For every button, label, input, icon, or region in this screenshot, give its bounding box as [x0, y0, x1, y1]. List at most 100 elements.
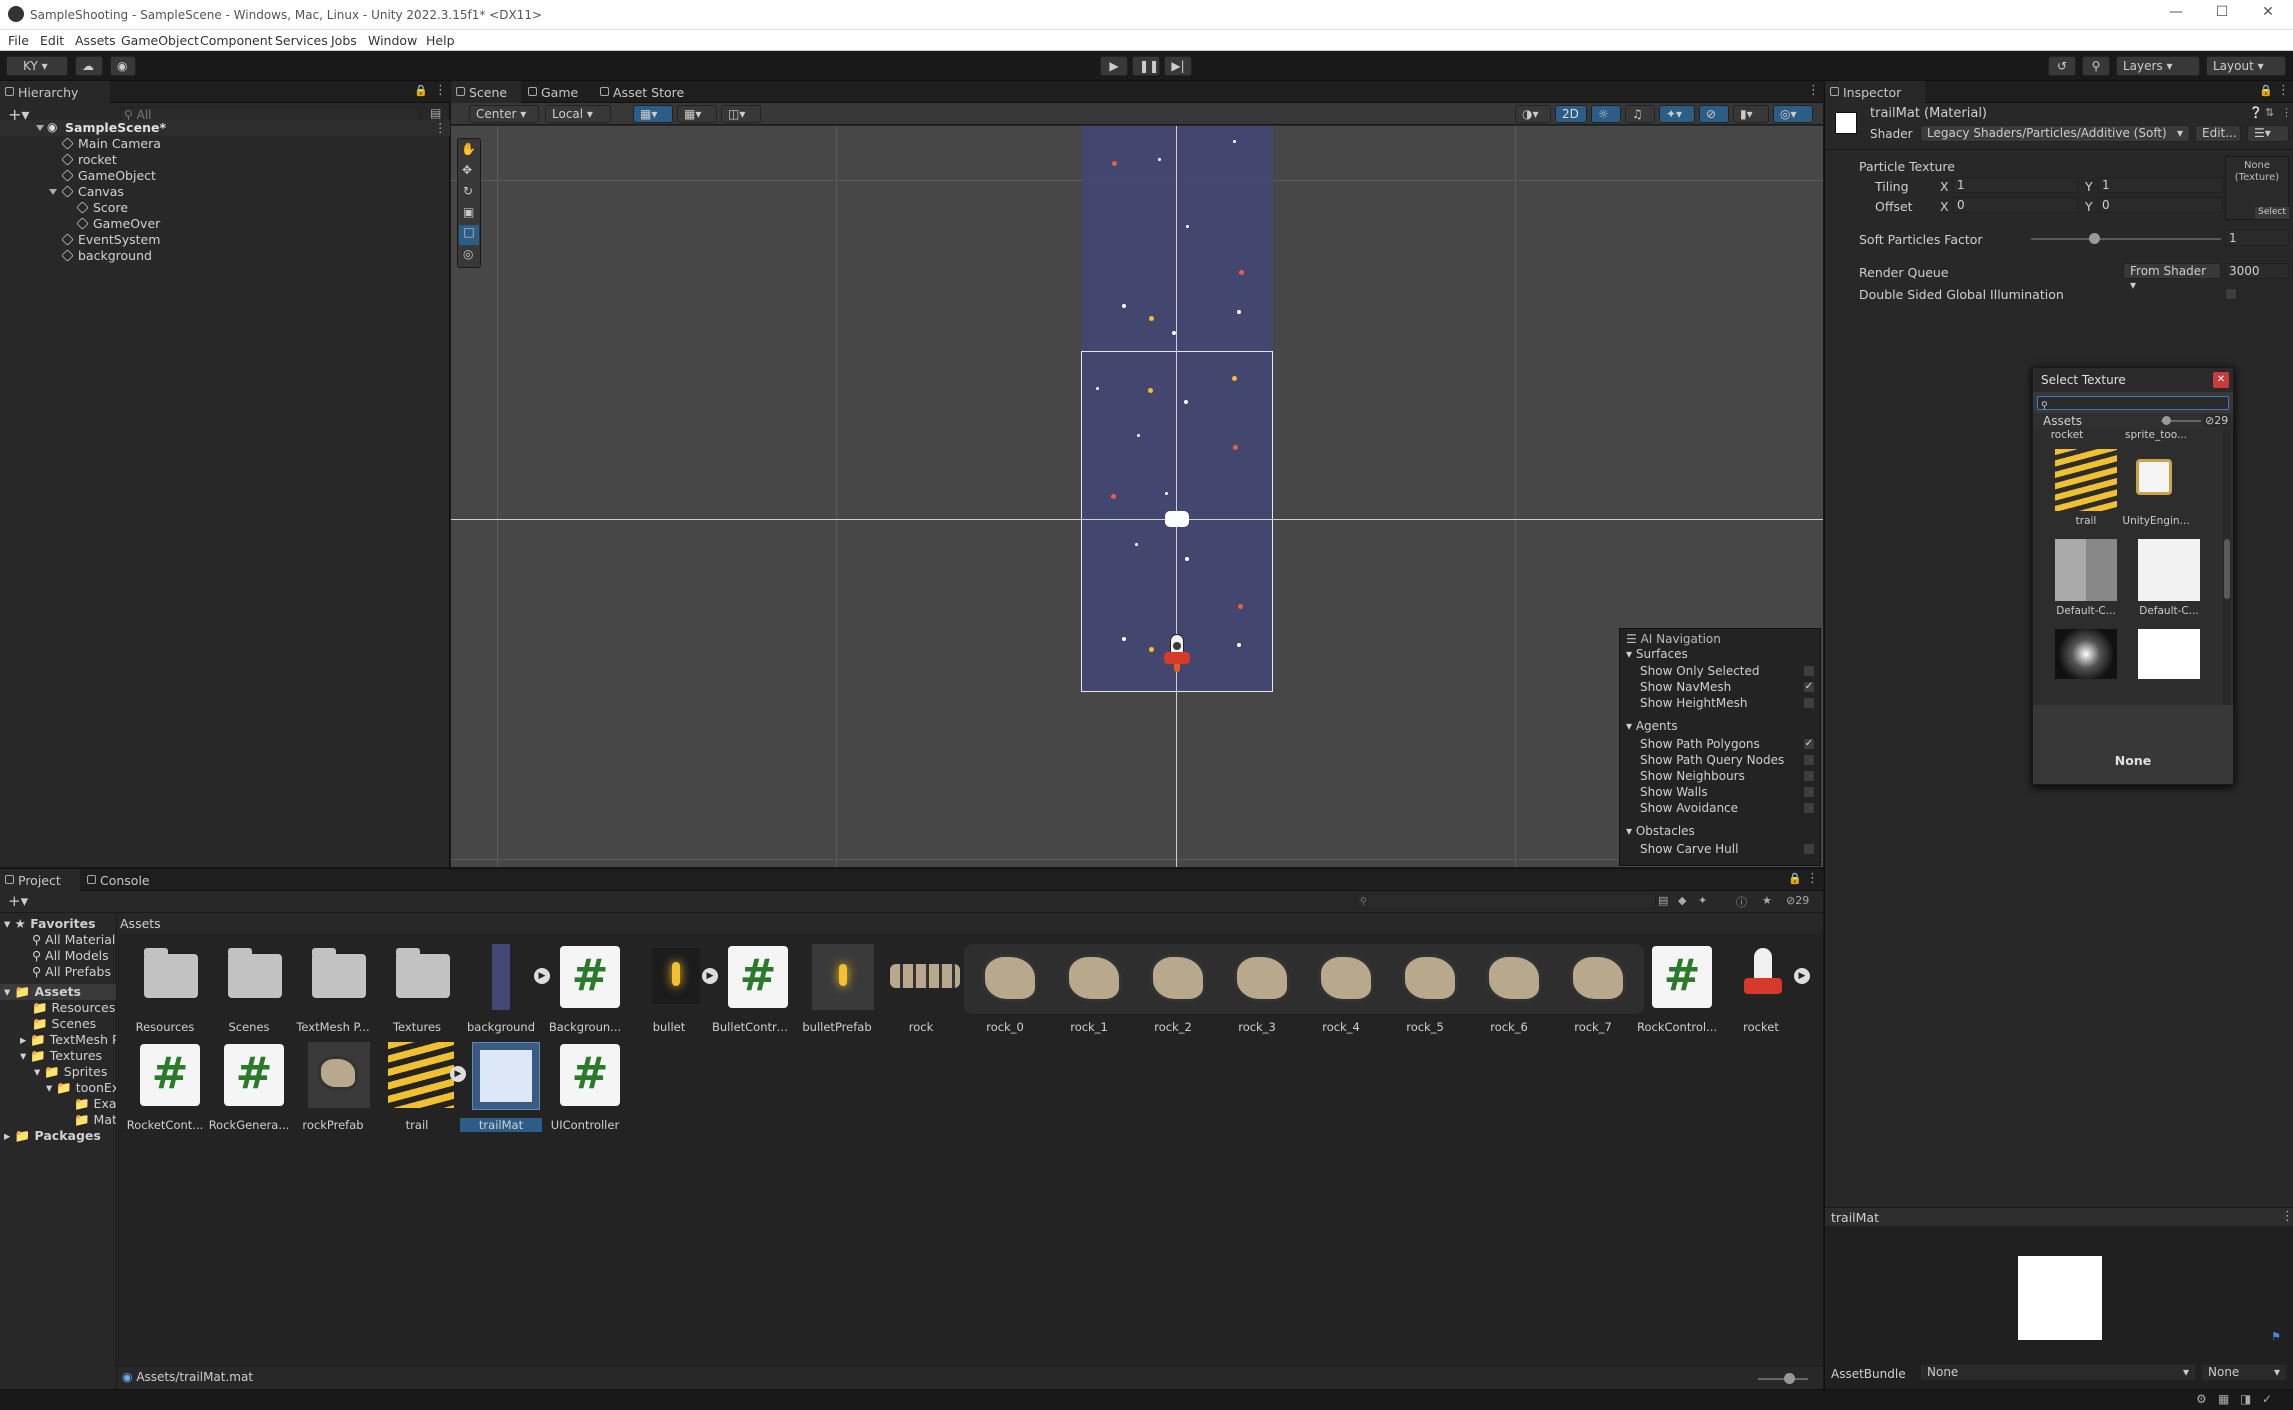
show-navmesh-row[interactable]: Show NavMesh: [1640, 680, 1731, 694]
debug-icon[interactable]: ⚙: [2196, 1392, 2207, 1406]
menu-component[interactable]: Component: [200, 33, 273, 48]
tree-resources[interactable]: 📁 Resources: [32, 1000, 115, 1016]
show-neighbours-row[interactable]: Show Neighbours: [1640, 769, 1745, 783]
scene-viewport[interactable]: ✋ ✥ ↻ ▣ □ ◎ ☰ AI Navigation ▾ Surfaces S…: [451, 126, 1823, 867]
favorite-icon[interactable]: ★: [1762, 894, 1772, 907]
gizmos-button[interactable]: ◎▾: [1773, 105, 1813, 123]
tree-scenes[interactable]: 📁 Scenes: [32, 1016, 96, 1032]
texture-item-glow[interactable]: [2055, 629, 2117, 679]
soft-particles-slider-track[interactable]: [2031, 238, 2221, 240]
expand-play-icon[interactable]: ▶: [1794, 968, 1810, 984]
show-heightmesh-row[interactable]: Show HeightMesh: [1640, 696, 1747, 710]
search-icon[interactable]: ⚲: [2082, 56, 2110, 76]
texture-item-default-white[interactable]: [2138, 539, 2200, 601]
layers-dropdown[interactable]: Layers ▾: [2116, 56, 2200, 76]
preview-more-icon[interactable]: ⋮: [2281, 1209, 2293, 1224]
tree-textures[interactable]: ▾ 📁 Textures: [20, 1048, 102, 1064]
account-button[interactable]: KY ▾: [6, 56, 68, 76]
maximize-icon[interactable]: ☐: [2212, 4, 2232, 24]
lighting-icon[interactable]: ☼: [1591, 105, 1621, 123]
tree-examples[interactable]: 📁 Exar: [74, 1096, 116, 1112]
double-sided-checkbox[interactable]: [2225, 288, 2237, 300]
assetbundle-variant-dropdown[interactable]: None ▾: [2201, 1364, 2287, 1381]
2d-toggle-button[interactable]: 2D: [1555, 105, 1587, 123]
close-icon[interactable]: ✕: [2258, 4, 2278, 24]
menu-window[interactable]: Window: [368, 33, 417, 48]
favorites-header[interactable]: ▾ ★ Favorites: [4, 916, 96, 931]
menu-jobs[interactable]: Jobs: [331, 33, 357, 48]
show-avoidance-row[interactable]: Show Avoidance: [1640, 801, 1738, 815]
transform-tool-icon[interactable]: ◎: [463, 247, 473, 261]
select-texture-button[interactable]: Select: [2255, 207, 2289, 219]
show-path-polygons-checkbox[interactable]: ✓: [1803, 738, 1815, 750]
hidden-objects-icon[interactable]: ⊘: [1699, 105, 1729, 123]
component-more-icon[interactable]: ⋮: [2281, 106, 2292, 119]
show-path-query-nodes-checkbox[interactable]: [1803, 754, 1815, 766]
soft-particles-field[interactable]: 1: [2225, 230, 2289, 246]
show-only-selected-row[interactable]: Show Only Selected: [1640, 664, 1760, 678]
tree-packages[interactable]: ▸ 📁 Packages: [4, 1128, 101, 1144]
scene-more-icon[interactable]: ⋮: [1807, 83, 1820, 98]
grid-snap-button[interactable]: ▦▾: [633, 105, 673, 123]
filter-icon[interactable]: ▤: [430, 106, 441, 120]
tree-textmesh[interactable]: ▸ 📁 TextMesh P: [20, 1032, 116, 1048]
preset-icon[interactable]: ⇅: [2265, 106, 2274, 119]
favorite-all-models[interactable]: ⚲ All Models: [32, 948, 109, 963]
texture-search-input[interactable]: ⚲: [2037, 396, 2229, 411]
grid-toggle-button[interactable]: ▦▾: [677, 105, 717, 123]
breadcrumb-assets[interactable]: Assets: [120, 916, 161, 931]
show-avoidance-checkbox[interactable]: [1803, 802, 1815, 814]
more-icon[interactable]: ⋮: [2277, 83, 2290, 98]
rotate-tool-icon[interactable]: ↻: [463, 184, 473, 198]
lock-icon[interactable]: 🔒: [414, 84, 428, 97]
collab-icon[interactable]: ◉: [110, 56, 136, 76]
show-navmesh-checkbox[interactable]: ✓: [1803, 681, 1815, 693]
history-icon[interactable]: ↺: [2048, 56, 2076, 76]
search-by-type-icon[interactable]: ▤: [1658, 894, 1668, 907]
texture-scroll-thumb[interactable]: [2224, 539, 2230, 599]
expand-arrow-icon[interactable]: [49, 189, 57, 195]
texture-item-white[interactable]: [2138, 629, 2200, 679]
tab-asset-store[interactable]: Asset Store: [595, 81, 705, 103]
show-neighbours-checkbox[interactable]: [1803, 770, 1815, 782]
menu-services[interactable]: Services: [275, 33, 328, 48]
texture-scrollbar[interactable]: [2223, 429, 2231, 705]
show-walls-checkbox[interactable]: [1803, 786, 1815, 798]
tree-toonex[interactable]: ▾ 📁 toonEx: [46, 1080, 116, 1096]
texture-item-default-checker[interactable]: [2055, 539, 2117, 601]
help-icon[interactable]: ❔: [2249, 106, 2263, 119]
menu-help[interactable]: Help: [426, 33, 455, 48]
search-by-tag-icon[interactable]: ✦: [1698, 894, 1707, 907]
expand-arrow-icon[interactable]: [36, 125, 44, 131]
minimize-icon[interactable]: —: [2166, 4, 2186, 24]
offset-x-field[interactable]: 0: [1953, 197, 2078, 213]
tag-icon[interactable]: ⚑: [2271, 1330, 2281, 1343]
lock-icon[interactable]: 🔒: [2259, 84, 2273, 97]
pivot-dropdown[interactable]: Center ▾: [469, 105, 539, 123]
show-carve-hull-row[interactable]: Show Carve Hull: [1640, 842, 1738, 856]
more-icon[interactable]: ⋮: [1806, 871, 1819, 886]
space-dropdown[interactable]: Local ▾: [545, 105, 611, 123]
texture-item-trail[interactable]: [2055, 449, 2117, 511]
layout-dropdown[interactable]: Layout ▾: [2206, 56, 2286, 76]
project-search-input[interactable]: ⚲: [1356, 894, 1656, 909]
tree-sprites[interactable]: ▾ 📁 Sprites: [34, 1064, 107, 1080]
surfaces-header[interactable]: ▾ Surfaces: [1626, 647, 1688, 661]
texture-item-unityengine[interactable]: [2136, 459, 2172, 495]
tiling-y-field[interactable]: 1: [2098, 177, 2223, 193]
rect-tool-icon[interactable]: □: [459, 225, 479, 245]
menu-file[interactable]: File: [8, 33, 29, 48]
show-walls-row[interactable]: Show Walls: [1640, 785, 1708, 799]
tab-scene[interactable]: Scene: [451, 81, 521, 103]
thumbnail-size-thumb[interactable]: [1784, 1373, 1795, 1384]
tab-project[interactable]: Project: [0, 869, 80, 891]
assetbundle-dropdown[interactable]: None ▾: [1920, 1364, 2196, 1381]
render-queue-field[interactable]: 3000: [2225, 263, 2289, 279]
snap-increment-button[interactable]: ◫▾: [721, 105, 761, 123]
expand-play-icon[interactable]: ▶: [702, 968, 718, 984]
search-by-label-icon[interactable]: ◆: [1678, 894, 1686, 907]
soft-particles-slider-thumb[interactable]: [2088, 233, 2100, 244]
shader-dropdown[interactable]: Legacy Shaders/Particles/Additive (Soft)…: [1920, 125, 2190, 142]
show-path-polygons-row[interactable]: Show Path Polygons: [1640, 737, 1760, 751]
tree-materials[interactable]: 📁 Mate: [74, 1112, 116, 1128]
